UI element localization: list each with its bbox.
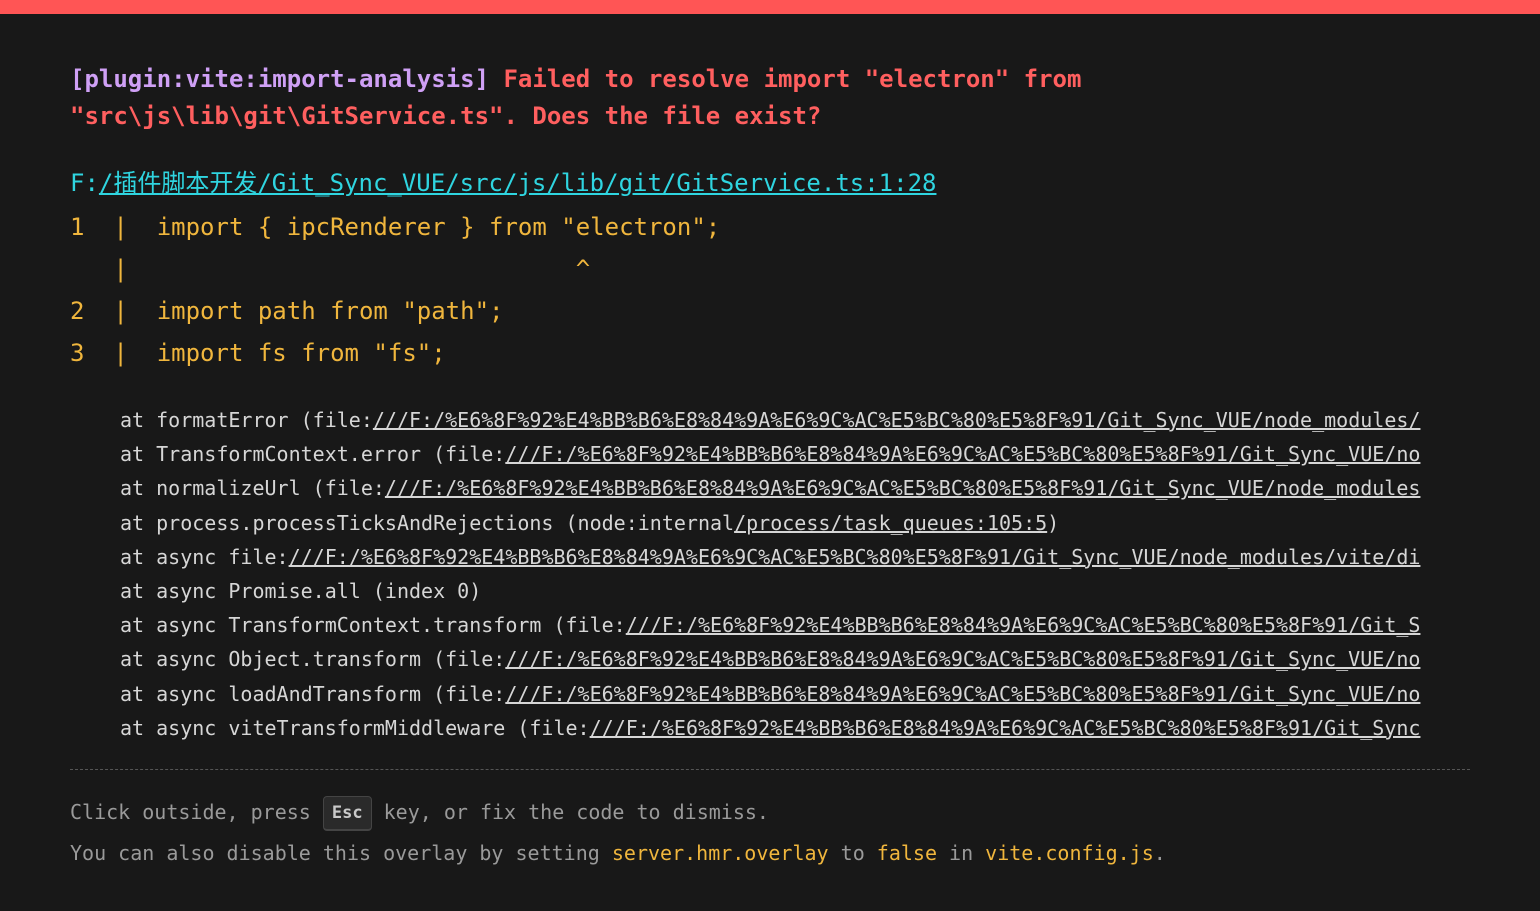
stack-frame-link[interactable]: ///F:/%E6%8F%92%E4%BB%B6%E8%84%9A%E6%9C%… bbox=[373, 408, 1421, 432]
stack-frame-link[interactable]: ///F:/%E6%8F%92%E4%BB%B6%E8%84%9A%E6%9C%… bbox=[289, 545, 1421, 569]
dismiss-tip-text: Click outside, press bbox=[70, 799, 323, 824]
stack-frame: at async loadAndTransform (file:///F:/%E… bbox=[120, 677, 1470, 711]
stack-frame-suffix: ) bbox=[1047, 510, 1060, 535]
stack-frame: at async Object.transform (file:///F:/%E… bbox=[120, 642, 1470, 676]
error-file-location: F:/插件脚本开发/Git_Sync_VUE/src/js/lib/git/Gi… bbox=[70, 165, 1470, 202]
stack-frame-text: at formatError (file: bbox=[120, 408, 373, 432]
error-overlay: [plugin:vite:import-analysis] Failed to … bbox=[0, 0, 1540, 911]
plugin-label: [plugin:vite:import-analysis] bbox=[70, 65, 490, 93]
stack-frame: at async file:///F:/%E6%8F%92%E4%BB%B6%E… bbox=[120, 540, 1470, 574]
overlay-tip-text: to bbox=[828, 840, 877, 865]
overlay-tip-text: . bbox=[1153, 840, 1166, 865]
stack-frame-link[interactable]: /process/task_queues:105:5 bbox=[734, 511, 1047, 535]
stack-frame-text: at async Object.transform (file: bbox=[120, 647, 506, 672]
overlay-setting-value: false bbox=[876, 840, 937, 865]
stack-frame-text: at async TransformContext.transform (fil… bbox=[120, 613, 626, 638]
file-path-link[interactable]: /插件脚本开发/Git_Sync_VUE/src/js/lib/git/GitS… bbox=[99, 169, 937, 197]
stack-frame-text: at async file: bbox=[120, 544, 289, 569]
dismiss-tip-text: key, or fix the code to dismiss. bbox=[371, 799, 769, 824]
stack-frame-text: at TransformContext.error (file: bbox=[120, 442, 506, 467]
code-frame: 1 | import { ipcRenderer } from "electro… bbox=[70, 206, 1470, 374]
overlay-tip-text: You can also disable this overlay by set… bbox=[70, 840, 612, 865]
code-frame-line: 1 | import { ipcRenderer } from "electro… bbox=[70, 213, 721, 241]
stack-frame-link[interactable]: ///F:/%E6%8F%92%E4%BB%B6%E8%84%9A%E6%9C%… bbox=[505, 442, 1420, 466]
code-frame-line: 2 | import path from "path"; bbox=[70, 297, 504, 325]
stack-frame-link[interactable]: ///F:/%E6%8F%92%E4%BB%B6%E8%84%9A%E6%9C%… bbox=[505, 682, 1420, 706]
stack-frame: at async viteTransformMiddleware (file:/… bbox=[120, 711, 1470, 745]
stack-frame: at async TransformContext.transform (fil… bbox=[120, 608, 1470, 642]
stack-frame: at normalizeUrl (file:///F:/%E6%8F%92%E4… bbox=[120, 471, 1470, 505]
stack-frame-text: at async Promise.all (index 0) bbox=[120, 578, 482, 603]
stack-frame-link[interactable]: ///F:/%E6%8F%92%E4%BB%B6%E8%84%9A%E6%9C%… bbox=[590, 716, 1421, 740]
overlay-setting-name: server.hmr.overlay bbox=[611, 840, 829, 865]
stack-frame: at process.processTicksAndRejections (no… bbox=[120, 506, 1470, 540]
stack-frame: at formatError (file:///F:/%E6%8F%92%E4%… bbox=[120, 403, 1470, 437]
stack-frame-text: at normalizeUrl (file: bbox=[120, 476, 385, 501]
stack-frame-link[interactable]: ///F:/%E6%8F%92%E4%BB%B6%E8%84%9A%E6%9C%… bbox=[505, 647, 1420, 671]
stack-frame-text: at async loadAndTransform (file: bbox=[120, 681, 506, 706]
dismiss-tip: Click outside, press Esc key, or fix the… bbox=[70, 792, 1470, 874]
code-frame-pointer: | ^ bbox=[70, 255, 591, 283]
stack-trace: at formatError (file:///F:/%E6%8F%92%E4%… bbox=[70, 403, 1470, 745]
tip-divider bbox=[70, 768, 1470, 770]
error-message: [plugin:vite:import-analysis] Failed to … bbox=[70, 61, 1470, 135]
config-file-name: vite.config.js bbox=[985, 840, 1154, 865]
code-frame-line: 3 | import fs from "fs"; bbox=[70, 339, 446, 367]
file-drive-prefix: F: bbox=[70, 169, 99, 197]
esc-key: Esc bbox=[322, 795, 372, 831]
overlay-content: [plugin:vite:import-analysis] Failed to … bbox=[70, 61, 1470, 874]
stack-frame-text: at async viteTransformMiddleware (file: bbox=[120, 715, 590, 740]
stack-frame-link[interactable]: ///F:/%E6%8F%92%E4%BB%B6%E8%84%9A%E6%9C%… bbox=[626, 613, 1421, 637]
overlay-tip-text: in bbox=[937, 840, 986, 865]
stack-frame: at async Promise.all (index 0) bbox=[120, 574, 1470, 608]
stack-frame-link[interactable]: ///F:/%E6%8F%92%E4%BB%B6%E8%84%9A%E6%9C%… bbox=[385, 476, 1421, 500]
stack-frame: at TransformContext.error (file:///F:/%E… bbox=[120, 437, 1470, 471]
stack-frame-text: at process.processTicksAndRejections (no… bbox=[120, 510, 735, 535]
